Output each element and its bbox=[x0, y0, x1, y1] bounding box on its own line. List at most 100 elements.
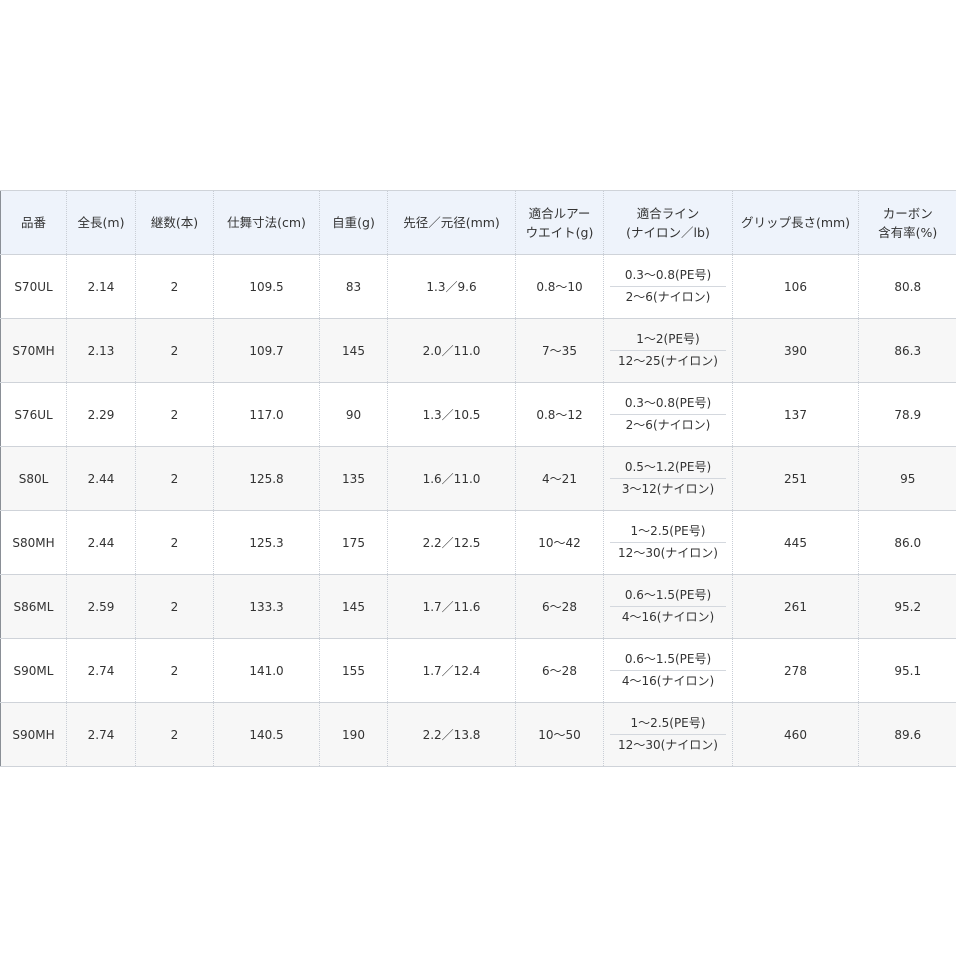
cell-weight: 175 bbox=[319, 510, 388, 575]
cell-length: 2.44 bbox=[66, 510, 136, 575]
cell-lure-weight: 4～21 bbox=[515, 446, 604, 511]
cell-diameter: 1.7／11.6 bbox=[387, 574, 516, 639]
cell-length: 2.14 bbox=[66, 254, 136, 319]
cell-weight: 83 bbox=[319, 254, 388, 319]
cell-closed-length: 140.5 bbox=[213, 702, 320, 767]
cell-grip-length: 390 bbox=[732, 318, 859, 383]
cell-lure-weight: 7～35 bbox=[515, 318, 604, 383]
table-row: S70MH 2.13 2 109.7 145 2.0／11.0 7～35 1～2… bbox=[0, 318, 956, 383]
cell-closed-length: 109.5 bbox=[213, 254, 320, 319]
table-row: S90MH 2.74 2 140.5 190 2.2／13.8 10～50 1～… bbox=[0, 702, 956, 767]
header-line: 適合ライン (ナイロン／lb) bbox=[603, 190, 733, 255]
line-nylon: 3～12(ナイロン) bbox=[621, 482, 715, 496]
cell-length: 2.59 bbox=[66, 574, 136, 639]
cell-line: 0.3～0.8(PE号) 2～6(ナイロン) bbox=[603, 254, 733, 319]
table-row: S80MH 2.44 2 125.3 175 2.2／12.5 10～42 1～… bbox=[0, 510, 956, 575]
cell-grip-length: 261 bbox=[732, 574, 859, 639]
cell-lure-weight: 6～28 bbox=[515, 574, 604, 639]
cell-diameter: 2.2／13.8 bbox=[387, 702, 516, 767]
header-closed-length: 仕舞寸法(cm) bbox=[213, 190, 320, 255]
table-row: S70UL 2.14 2 109.5 83 1.3／9.6 0.8～10 0.3… bbox=[0, 254, 956, 319]
cell-pieces: 2 bbox=[135, 382, 214, 447]
cell-weight: 145 bbox=[319, 318, 388, 383]
cell-lure-weight: 10～42 bbox=[515, 510, 604, 575]
cell-lure-weight: 6～28 bbox=[515, 638, 604, 703]
cell-lure-weight: 10～50 bbox=[515, 702, 604, 767]
cell-line: 0.3～0.8(PE号) 2～6(ナイロン) bbox=[603, 382, 733, 447]
header-lure-weight: 適合ルアー ウエイト(g) bbox=[515, 190, 604, 255]
cell-line: 1～2(PE号) 12～25(ナイロン) bbox=[603, 318, 733, 383]
cell-line: 1～2.5(PE号) 12～30(ナイロン) bbox=[603, 702, 733, 767]
table-row: S80L 2.44 2 125.8 135 1.6／11.0 4～21 0.5～… bbox=[0, 446, 956, 511]
line-nylon: 12～30(ナイロン) bbox=[618, 738, 718, 752]
cell-lure-weight: 0.8～10 bbox=[515, 254, 604, 319]
cell-length: 2.44 bbox=[66, 446, 136, 511]
cell-closed-length: 133.3 bbox=[213, 574, 320, 639]
cell-carbon: 86.3 bbox=[858, 318, 956, 383]
cell-pieces: 2 bbox=[135, 254, 214, 319]
line-nylon: 2～6(ナイロン) bbox=[625, 290, 711, 304]
cell-model: S80MH bbox=[0, 510, 67, 575]
cell-line: 0.5～1.2(PE号) 3～12(ナイロン) bbox=[603, 446, 733, 511]
cell-weight: 145 bbox=[319, 574, 388, 639]
line-nylon: 4～16(ナイロン) bbox=[621, 610, 715, 624]
cell-lure-weight: 0.8～12 bbox=[515, 382, 604, 447]
cell-carbon: 78.9 bbox=[858, 382, 956, 447]
spec-table: 品番 全長(m) 継数(本) 仕舞寸法(cm) 自重(g) 先径／元径(mm) … bbox=[0, 190, 956, 767]
line-pe: 0.3～0.8(PE号) bbox=[610, 393, 726, 415]
cell-carbon: 86.0 bbox=[858, 510, 956, 575]
header-weight: 自重(g) bbox=[319, 190, 388, 255]
header-diameter: 先径／元径(mm) bbox=[387, 190, 516, 255]
cell-model: S76UL bbox=[0, 382, 67, 447]
cell-pieces: 2 bbox=[135, 638, 214, 703]
cell-diameter: 1.7／12.4 bbox=[387, 638, 516, 703]
cell-grip-length: 137 bbox=[732, 382, 859, 447]
cell-grip-length: 278 bbox=[732, 638, 859, 703]
cell-diameter: 2.2／12.5 bbox=[387, 510, 516, 575]
line-nylon: 2～6(ナイロン) bbox=[625, 418, 711, 432]
cell-length: 2.13 bbox=[66, 318, 136, 383]
cell-carbon: 89.6 bbox=[858, 702, 956, 767]
line-pe: 0.5～1.2(PE号) bbox=[610, 457, 726, 479]
cell-closed-length: 125.8 bbox=[213, 446, 320, 511]
cell-length: 2.74 bbox=[66, 638, 136, 703]
cell-weight: 155 bbox=[319, 638, 388, 703]
cell-diameter: 1.6／11.0 bbox=[387, 446, 516, 511]
table-row: S76UL 2.29 2 117.0 90 1.3／10.5 0.8～12 0.… bbox=[0, 382, 956, 447]
line-pe: 0.6～1.5(PE号) bbox=[610, 649, 726, 671]
cell-closed-length: 109.7 bbox=[213, 318, 320, 383]
line-pe: 1～2.5(PE号) bbox=[610, 521, 726, 543]
header-pieces: 継数(本) bbox=[135, 190, 214, 255]
cell-line: 1～2.5(PE号) 12～30(ナイロン) bbox=[603, 510, 733, 575]
cell-line: 0.6～1.5(PE号) 4～16(ナイロン) bbox=[603, 574, 733, 639]
cell-carbon: 95.2 bbox=[858, 574, 956, 639]
cell-diameter: 1.3／9.6 bbox=[387, 254, 516, 319]
cell-closed-length: 117.0 bbox=[213, 382, 320, 447]
cell-grip-length: 460 bbox=[732, 702, 859, 767]
cell-pieces: 2 bbox=[135, 446, 214, 511]
line-nylon: 4～16(ナイロン) bbox=[621, 674, 715, 688]
header-carbon: カーボン 含有率(%) bbox=[858, 190, 956, 255]
cell-model: S90ML bbox=[0, 638, 67, 703]
header-row: 品番 全長(m) 継数(本) 仕舞寸法(cm) 自重(g) 先径／元径(mm) … bbox=[0, 190, 956, 255]
cell-length: 2.74 bbox=[66, 702, 136, 767]
header-model: 品番 bbox=[0, 190, 67, 255]
cell-carbon: 95.1 bbox=[858, 638, 956, 703]
cell-grip-length: 445 bbox=[732, 510, 859, 575]
cell-line: 0.6～1.5(PE号) 4～16(ナイロン) bbox=[603, 638, 733, 703]
cell-pieces: 2 bbox=[135, 510, 214, 575]
cell-pieces: 2 bbox=[135, 574, 214, 639]
table-row: S86ML 2.59 2 133.3 145 1.7／11.6 6～28 0.6… bbox=[0, 574, 956, 639]
cell-grip-length: 251 bbox=[732, 446, 859, 511]
line-pe: 1～2.5(PE号) bbox=[610, 713, 726, 735]
cell-diameter: 1.3／10.5 bbox=[387, 382, 516, 447]
cell-model: S70UL bbox=[0, 254, 67, 319]
header-grip-length: グリップ長さ(mm) bbox=[732, 190, 859, 255]
cell-diameter: 2.0／11.0 bbox=[387, 318, 516, 383]
cell-carbon: 95 bbox=[858, 446, 956, 511]
line-pe: 0.6～1.5(PE号) bbox=[610, 585, 726, 607]
line-pe: 1～2(PE号) bbox=[610, 329, 726, 351]
cell-grip-length: 106 bbox=[732, 254, 859, 319]
line-nylon: 12～30(ナイロン) bbox=[618, 546, 718, 560]
line-nylon: 12～25(ナイロン) bbox=[618, 354, 718, 368]
